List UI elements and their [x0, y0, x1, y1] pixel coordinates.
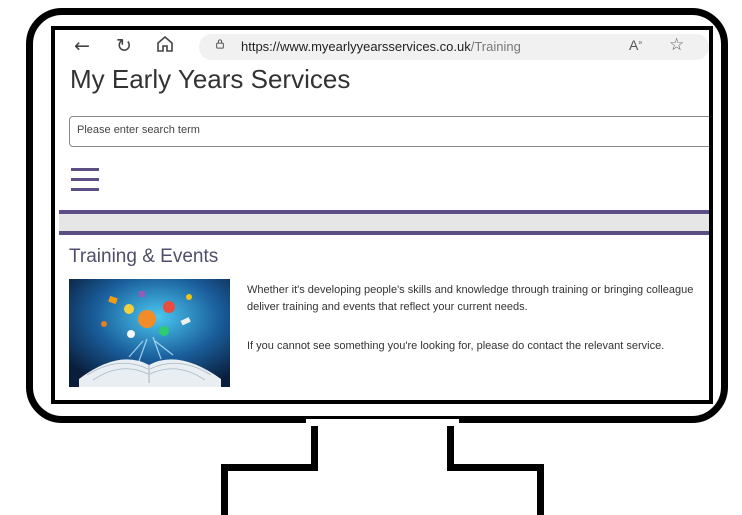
read-aloud-icon[interactable]: A»: [629, 37, 642, 53]
contact-paragraph: If you cannot see something you're looki…: [247, 340, 665, 352]
intro-line: deliver training and events that reflect…: [247, 301, 528, 313]
browser-toolbar: ← ↻ https://www.myearlyyearsservices.co.…: [55, 30, 709, 64]
address-bar[interactable]: https://www.myearlyyearsservices.co.uk/T…: [199, 34, 709, 60]
refresh-icon[interactable]: ↻: [116, 36, 132, 56]
screen: ← ↻ https://www.myearlyyearsservices.co.…: [51, 26, 713, 404]
monitor-stand-gap: [318, 462, 447, 471]
navigation-band: [59, 210, 709, 235]
intro-line: Whether it's developing people's skills …: [247, 284, 694, 296]
site-title: My Early Years Services: [70, 64, 351, 94]
home-icon[interactable]: [156, 35, 174, 57]
intro-text: Whether it's developing people's skills …: [247, 282, 709, 377]
url-text: https://www.myearlyyearsservices.co.uk/T…: [241, 39, 521, 54]
monitor-stand-base: [221, 464, 544, 515]
section-title: Training & Events: [69, 246, 219, 267]
monitor-stand-joint: [306, 419, 459, 426]
training-hero-image: [69, 279, 230, 387]
hamburger-menu-icon[interactable]: [71, 168, 99, 192]
lock-icon: [216, 39, 224, 49]
star-icon[interactable]: ☆: [669, 35, 684, 55]
intro-paragraph: Whether it's developing people's skills …: [247, 282, 709, 316]
search-input[interactable]: Please enter search term: [69, 116, 709, 147]
back-arrow-icon[interactable]: ←: [74, 36, 90, 56]
